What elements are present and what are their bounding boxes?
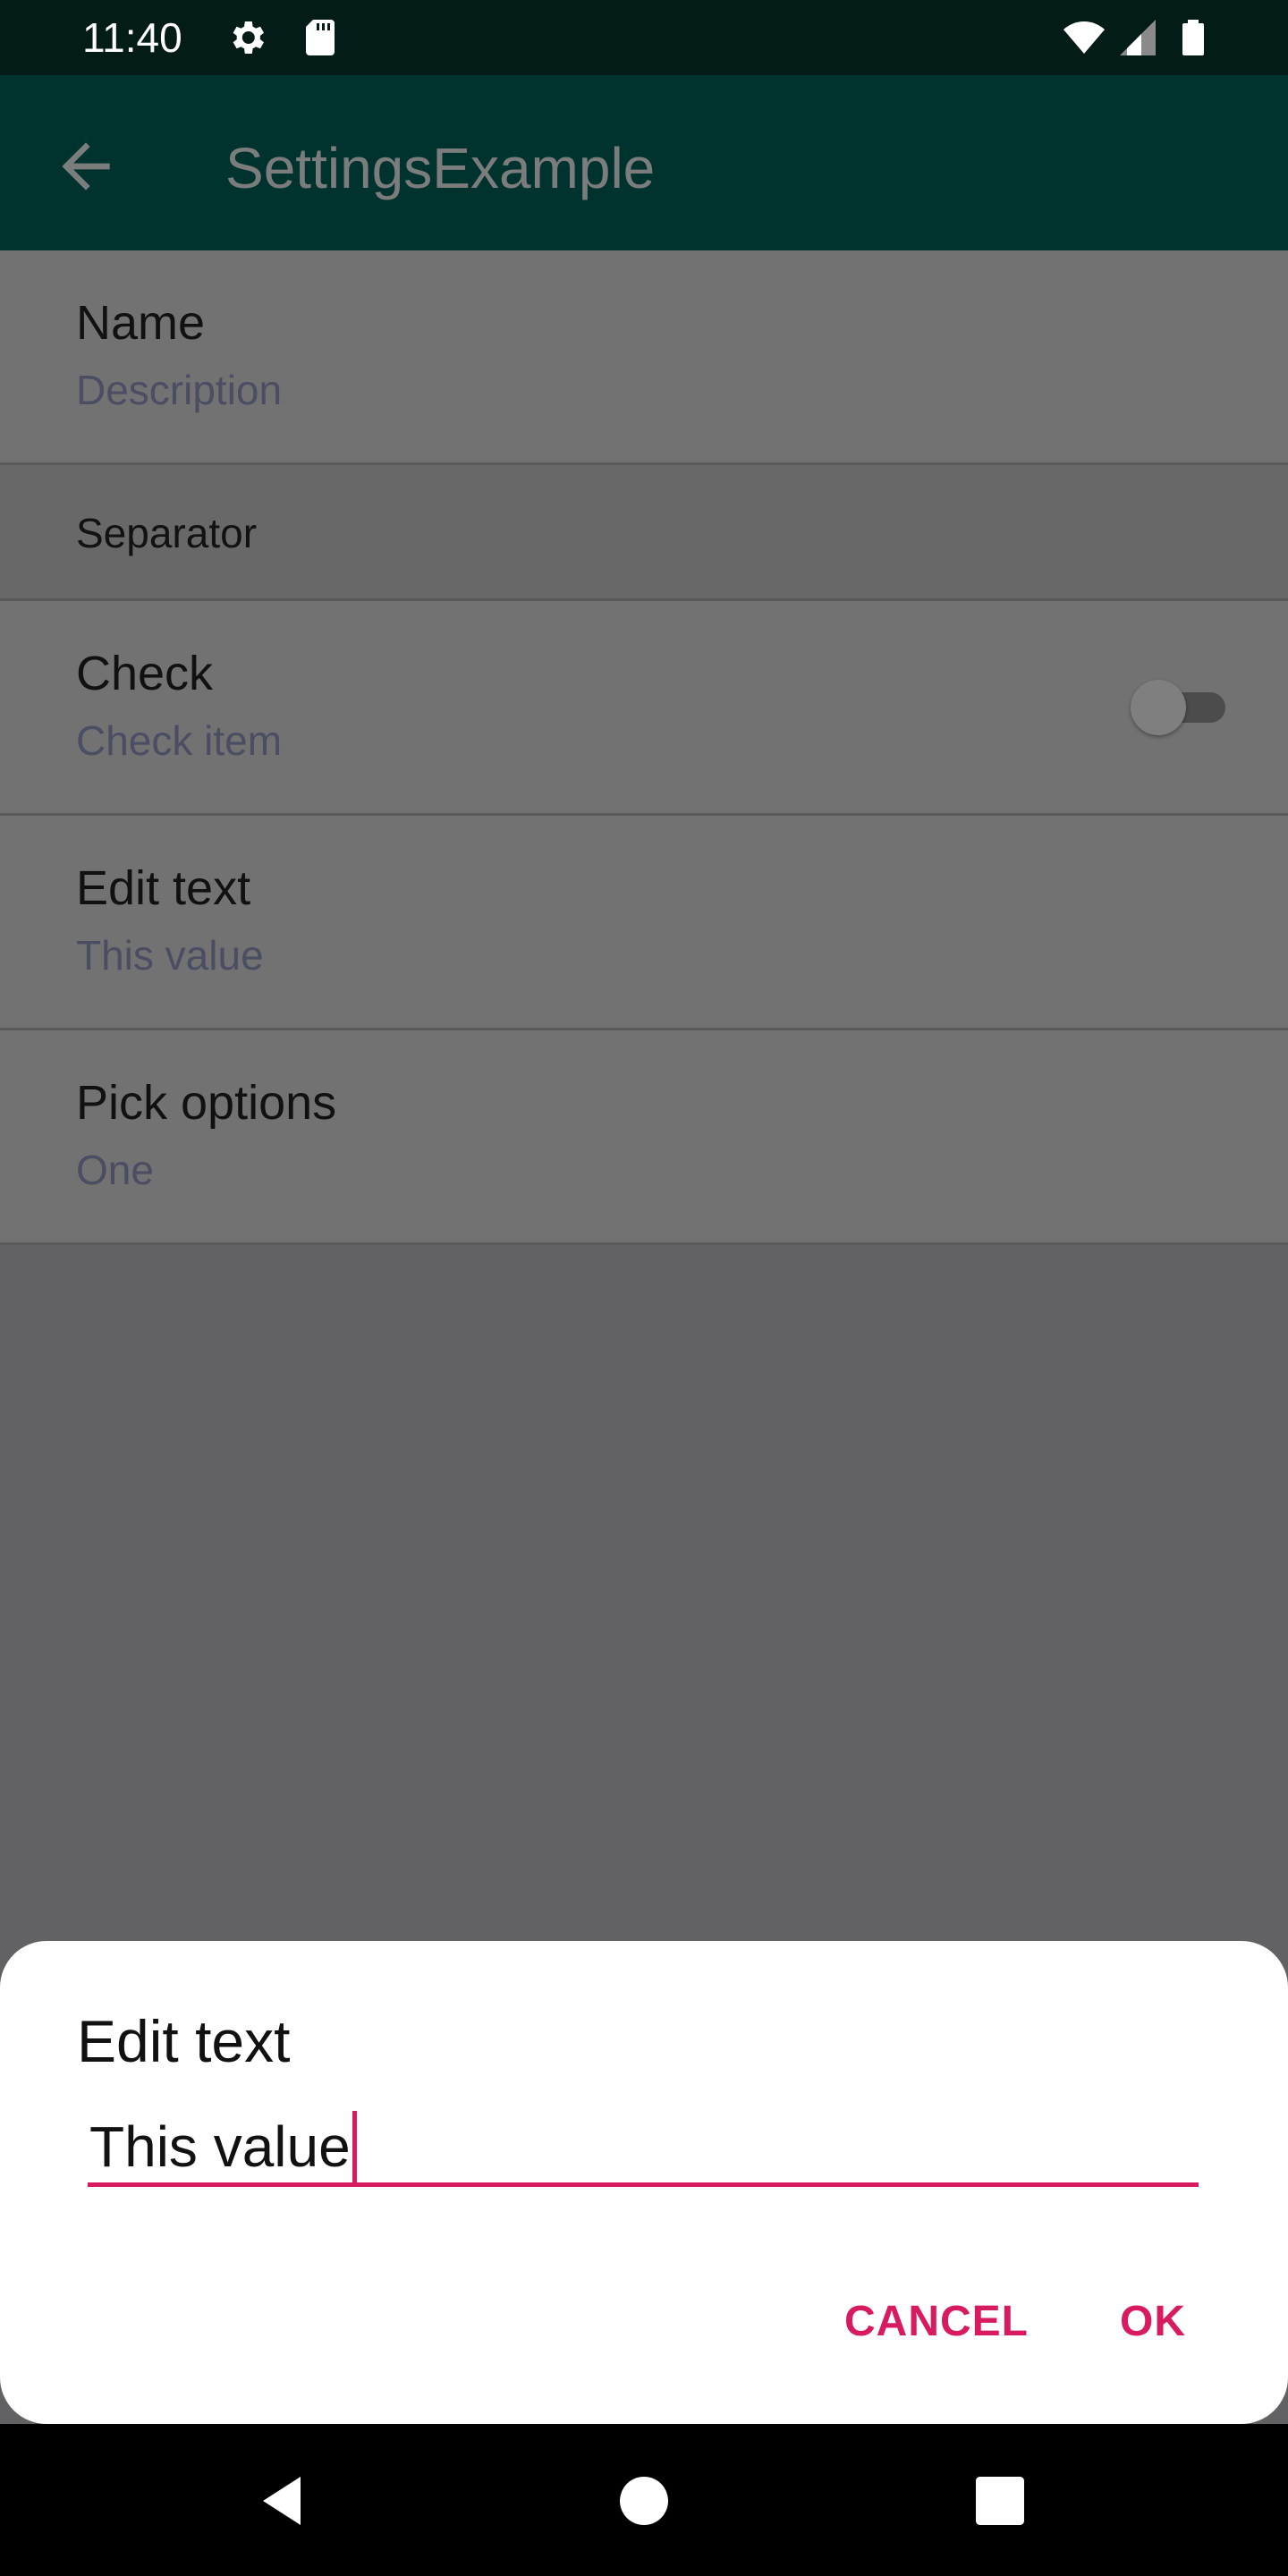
preference-list: Name Description Separator Check Check i… [0,250,1288,1245]
battery-icon [1172,16,1215,59]
switch-thumb [1131,680,1186,735]
back-triangle-icon[interactable] [252,2469,317,2533]
pref-item-pick-options[interactable]: Pick options One [0,1030,1288,1245]
pref-summary: One [76,1147,154,1193]
cancel-button[interactable]: CANCEL [844,2295,1029,2349]
edit-text-dialog: Edit text This value CANCEL OK [0,1941,1288,2424]
pref-title: Pick options [76,1076,337,1130]
status-bar: 11:40 [0,0,1288,75]
pref-category-separator: Separator [0,465,1288,601]
wifi-icon [1063,16,1106,59]
dialog-title: Edit text [77,2008,291,2074]
text-cursor [352,2111,357,2182]
ok-button[interactable]: OK [1120,2295,1186,2349]
check-switch[interactable] [1131,678,1231,735]
app-title: SettingsExample [225,136,656,200]
app-bar: SettingsExample [0,75,1288,250]
pref-item-check[interactable]: Check Check item [0,601,1288,816]
signal-icon [1116,16,1159,59]
pref-summary: This value [76,932,264,979]
pref-summary: Description [76,367,283,413]
gear-icon [225,16,268,59]
pref-item-name[interactable]: Name Description [0,250,1288,465]
arrow-back-icon[interactable] [50,131,122,202]
dialog-input-wrapper: This value [89,2111,357,2182]
status-time: 11:40 [82,14,182,61]
pref-title: Edit text [76,861,251,915]
pref-item-edit-text[interactable]: Edit text This value [0,816,1288,1030]
category-title: Separator [76,510,258,556]
dialog-text-input[interactable]: This value [88,2111,1199,2187]
recents-square-icon[interactable] [968,2469,1032,2533]
pref-summary: Check item [76,717,283,764]
pref-title: Name [76,296,206,350]
dialog-input-value: This value [89,2114,351,2179]
navigation-bar [0,2424,1288,2576]
sd-card-icon [299,16,342,59]
screen: 11:40 SettingsExample Name Description S… [0,0,1288,2576]
pref-title: Check [76,647,214,700]
home-circle-icon[interactable] [612,2469,676,2533]
